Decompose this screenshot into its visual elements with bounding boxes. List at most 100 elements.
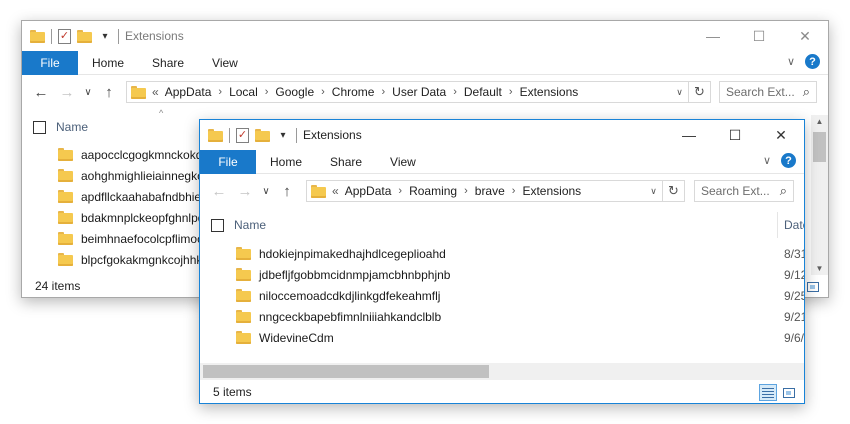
- expand-ribbon-icon[interactable]: ∨: [787, 55, 795, 68]
- breadcrumb-item[interactable]: AppData: [345, 184, 392, 198]
- tab-share[interactable]: Share: [316, 150, 376, 174]
- list-item[interactable]: aapocclcgogkmnckokd: [22, 144, 222, 165]
- tab-home[interactable]: Home: [78, 51, 138, 75]
- breadcrumb-separator-icon[interactable]: ›: [321, 86, 325, 98]
- address-bar[interactable]: « AppData › Roaming › brave › Extensions…: [306, 180, 663, 202]
- magnifier-icon[interactable]: ⌕: [780, 183, 787, 199]
- arrow-left-icon[interactable]: ←: [28, 84, 54, 101]
- customize-toolbar-icon[interactable]: ▾: [276, 130, 290, 141]
- scrollbar-thumb[interactable]: [813, 132, 826, 162]
- expand-ribbon-icon[interactable]: ∨: [763, 154, 771, 167]
- scroll-up-icon[interactable]: ▲: [811, 117, 828, 126]
- help-icon[interactable]: ?: [805, 54, 820, 69]
- chevron-down-icon[interactable]: ∨: [258, 186, 274, 197]
- column-divider[interactable]: [777, 212, 778, 238]
- column-header-name[interactable]: Name: [234, 218, 266, 232]
- minimize-button[interactable]: —: [666, 120, 712, 150]
- breadcrumb-item[interactable]: Default: [464, 85, 502, 99]
- address-bar[interactable]: « AppData › Local › Google › Chrome › Us…: [126, 81, 689, 103]
- list-item[interactable]: bdakmnplckeopfghnlpd: [22, 207, 222, 228]
- breadcrumb-separator-icon[interactable]: ›: [218, 86, 222, 98]
- title-bar[interactable]: ✓ ▾ Extensions — ☐ ✕: [200, 120, 804, 150]
- breadcrumb-separator-icon[interactable]: ›: [398, 185, 402, 197]
- new-folder-icon[interactable]: [255, 128, 270, 142]
- large-icons-view-button[interactable]: [804, 278, 822, 295]
- item-count: 24 items: [35, 279, 81, 293]
- breadcrumb-overflow[interactable]: «: [152, 85, 159, 99]
- magnifier-icon[interactable]: ⌕: [803, 84, 810, 100]
- scrollbar-thumb[interactable]: [203, 365, 489, 378]
- breadcrumb-item[interactable]: Google: [275, 85, 314, 99]
- vertical-scrollbar[interactable]: ▲ ▼: [811, 115, 828, 275]
- scroll-down-icon[interactable]: ▼: [811, 264, 828, 273]
- tab-view[interactable]: View: [376, 150, 430, 174]
- maximize-button[interactable]: ☐: [736, 21, 782, 51]
- breadcrumb-separator-icon[interactable]: ›: [265, 86, 269, 98]
- arrow-right-icon[interactable]: →: [54, 84, 80, 101]
- address-history-icon[interactable]: ∨: [645, 181, 662, 201]
- tiles-icon: [807, 281, 819, 292]
- refresh-icon[interactable]: ↻: [689, 81, 711, 103]
- close-button[interactable]: ✕: [782, 21, 828, 51]
- chevron-down-icon[interactable]: ∨: [80, 87, 96, 98]
- breadcrumb-item[interactable]: Roaming: [409, 184, 457, 198]
- breadcrumb-item[interactable]: Extensions: [522, 184, 581, 198]
- breadcrumb-separator-icon[interactable]: ›: [464, 185, 468, 197]
- column-header-date[interactable]: Date: [784, 218, 804, 232]
- close-button[interactable]: ✕: [758, 120, 804, 150]
- minimize-button[interactable]: —: [690, 21, 736, 51]
- search-input[interactable]: Search Ext... ⌕: [719, 81, 817, 103]
- list-item[interactable]: nngceckbapebfimnlniiiahkandclblb 9/21: [200, 306, 804, 327]
- properties-icon[interactable]: ✓: [236, 127, 249, 143]
- select-all-checkbox[interactable]: [211, 218, 224, 232]
- breadcrumb-item[interactable]: AppData: [165, 85, 212, 99]
- breadcrumb-separator-icon[interactable]: ›: [381, 86, 385, 98]
- large-icons-view-button[interactable]: [780, 384, 798, 401]
- list-item[interactable]: jdbefljfgobbmcidnmpjamcbhnbphjnb 9/12: [200, 264, 804, 285]
- customize-toolbar-icon[interactable]: ▾: [98, 31, 112, 42]
- breadcrumb-item[interactable]: Local: [229, 85, 258, 99]
- refresh-icon[interactable]: ↻: [663, 180, 685, 202]
- arrow-right-icon[interactable]: →: [232, 183, 258, 200]
- list-item[interactable]: beimhnaefocolcpflimoc: [22, 228, 222, 249]
- breadcrumb-item[interactable]: brave: [475, 184, 505, 198]
- address-history-icon[interactable]: ∨: [671, 82, 688, 102]
- list-item[interactable]: niloccemoadcdkdjlinkgdfekeahmflj 9/25: [200, 285, 804, 306]
- tab-file[interactable]: File: [22, 50, 78, 75]
- new-folder-icon[interactable]: [77, 29, 92, 43]
- breadcrumb-separator-icon[interactable]: ›: [512, 185, 516, 197]
- file-list: aapocclcgogkmnckokd aohghmighlieiainnegk…: [22, 144, 222, 270]
- properties-icon[interactable]: ✓: [58, 28, 71, 44]
- tab-file[interactable]: File: [200, 149, 256, 174]
- tab-share[interactable]: Share: [138, 51, 198, 75]
- list-item[interactable]: apdfllckaahabafndbhiea: [22, 186, 222, 207]
- details-view-button[interactable]: [759, 384, 777, 401]
- maximize-button[interactable]: ☐: [712, 120, 758, 150]
- breadcrumb-item[interactable]: User Data: [392, 85, 446, 99]
- list-item[interactable]: aohghmighlieiainnegkc: [22, 165, 222, 186]
- list-item[interactable]: hdokiejnpimakedhajhdlcegeplioahd 8/31: [200, 243, 804, 264]
- column-header-name[interactable]: Name: [56, 120, 88, 134]
- select-all-checkbox[interactable]: [33, 120, 46, 134]
- help-icon[interactable]: ?: [781, 153, 796, 168]
- horizontal-scrollbar[interactable]: [200, 363, 804, 380]
- tab-view[interactable]: View: [198, 51, 252, 75]
- list-item[interactable]: blpcfgokakmgnkcojhhk: [22, 249, 222, 270]
- arrow-left-icon[interactable]: ←: [206, 183, 232, 200]
- title-bar[interactable]: ✓ ▾ Extensions — ☐ ✕: [22, 21, 828, 51]
- file-date: 8/31: [784, 246, 804, 261]
- explorer-window-front[interactable]: ✓ ▾ Extensions — ☐ ✕ File Home Share Vie…: [199, 119, 805, 404]
- list-item[interactable]: WidevineCdm 9/6/: [200, 327, 804, 348]
- search-input[interactable]: Search Ext... ⌕: [694, 180, 794, 202]
- item-count: 5 items: [213, 385, 252, 399]
- breadcrumb-item[interactable]: Chrome: [332, 85, 375, 99]
- tab-home[interactable]: Home: [256, 150, 316, 174]
- file-name: jdbefljfgobbmcidnmpjamcbhnbphjnb: [259, 267, 451, 282]
- arrow-up-icon[interactable]: ↑: [96, 84, 122, 101]
- breadcrumb-separator-icon[interactable]: ›: [453, 86, 457, 98]
- arrow-up-icon[interactable]: ↑: [274, 183, 300, 200]
- folder-icon: [236, 310, 251, 323]
- breadcrumb-item[interactable]: Extensions: [520, 85, 579, 99]
- breadcrumb-overflow[interactable]: «: [332, 184, 339, 198]
- breadcrumb-separator-icon[interactable]: ›: [509, 86, 513, 98]
